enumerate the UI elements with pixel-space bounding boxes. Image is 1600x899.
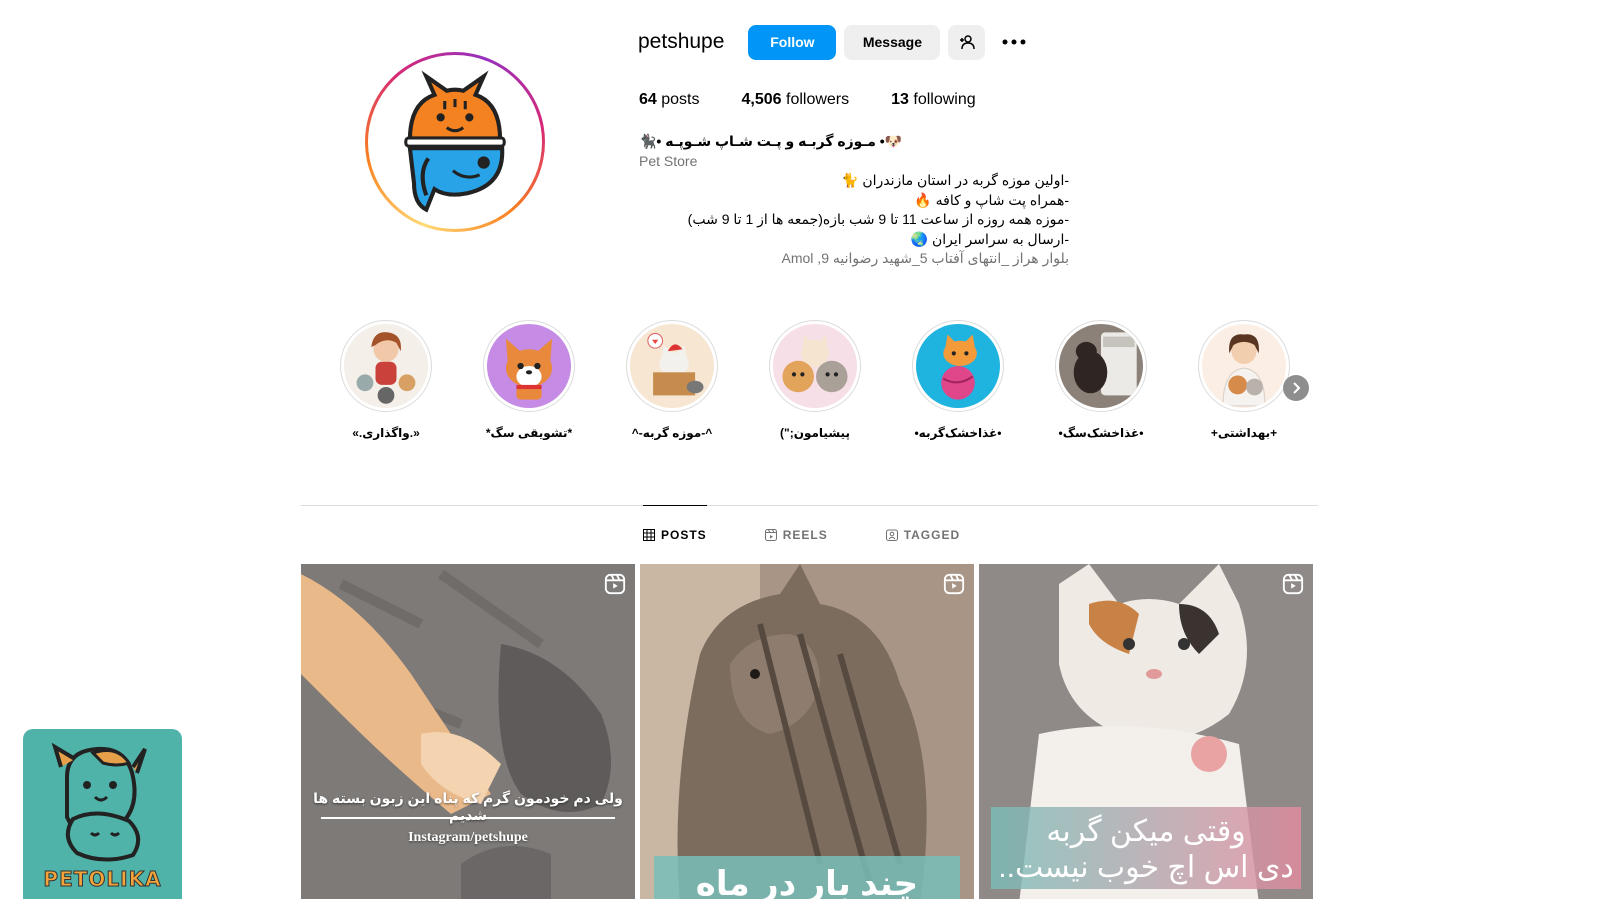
options-button[interactable] [999, 27, 1029, 57]
highlight-item[interactable]: •غذاخشک‌گربه• [912, 320, 1004, 440]
profile-tabs: POSTS REELS TAGGED [643, 505, 1018, 564]
petshupe-logo-icon [375, 62, 535, 222]
post-tile[interactable]: چند بار در ماه [640, 564, 974, 899]
profile-bio: 🐶• مـوزه گربـه و پـت شـاپ شـوپـه •🐈‍⬛ Pe… [639, 132, 1069, 269]
following-stat[interactable]: 13 following [891, 91, 976, 109]
petolika-watermark-logo: PETOLIKA [23, 729, 182, 899]
post-tile[interactable]: وقتی میکن گربه دی اس اچ خوب نیست.. [979, 564, 1313, 899]
girl-with-cats-icon [344, 324, 428, 408]
petolika-logo-icon [51, 742, 147, 862]
story-highlights: «.واگذاری.» *تشویقی سگ* ^-موزه گربه-^ پی… [340, 320, 1341, 440]
highlight-item[interactable]: ^-موزه گربه-^ [626, 320, 718, 440]
posts-stat: 64 posts [639, 91, 700, 108]
highlight-label: •غذاخشک‌گربه• [914, 426, 1002, 440]
highlight-item[interactable]: +بهداشتی+ [1198, 320, 1290, 440]
tabby-cat-photo [640, 564, 974, 899]
highlight-label: *تشویقی سگ* [485, 426, 573, 440]
highlight-label: •غذاخشک‌سگ• [1058, 426, 1144, 440]
bio-line: -ارسال به سراسر ایران 🌏 [910, 230, 1069, 247]
reel-indicator-icon [943, 573, 965, 595]
corgi-icon [487, 324, 571, 408]
more-options-icon [1002, 39, 1026, 45]
add-user-icon [959, 35, 975, 50]
dog-food-bag-icon [1059, 324, 1143, 408]
sleeping-cats-photo [301, 564, 635, 899]
caption-line: دی اس اچ خوب نیست.. [998, 851, 1294, 884]
username[interactable]: petshupe [638, 30, 724, 54]
reel-indicator-icon [604, 573, 626, 595]
posts-grid: ولی دم خودمون گرم که پناه این زبون بسته … [301, 564, 1313, 899]
post-tile[interactable]: ولی دم خودمون گرم که پناه این زبون بسته … [301, 564, 635, 899]
cat-on-ball-icon [916, 324, 1000, 408]
reel-indicator-icon [1282, 573, 1304, 595]
bio-location[interactable]: بلوار هراز _انتهای آفتاب 5_شهید رضوانیه … [639, 249, 1069, 269]
grid-icon [643, 529, 655, 541]
caption-underline [321, 817, 615, 819]
highlight-item[interactable]: «.واگذاری.» [340, 320, 432, 440]
follow-button[interactable]: Follow [748, 24, 837, 60]
bio-category: Pet Store [639, 152, 698, 169]
bio-line: -اولین موزه گربه در استان مازندران 🐈 [841, 172, 1069, 188]
tab-label: POSTS [661, 528, 707, 542]
tab-tagged[interactable]: TAGGED [885, 506, 961, 564]
profile-avatar[interactable] [365, 52, 545, 232]
profile-stats: 64 posts 4,506 followers 13 following [639, 91, 1018, 109]
reels-icon [764, 529, 777, 541]
post-caption: چند بار در ماه [695, 865, 919, 899]
petolika-wordmark: PETOLIKA [43, 867, 162, 892]
tab-label: REELS [782, 528, 828, 542]
tab-reels[interactable]: REELS [764, 506, 828, 564]
highlights-next-button[interactable] [1283, 375, 1309, 401]
highlight-item[interactable]: پیشیامون;") [769, 320, 861, 440]
highlight-label: +بهداشتی+ [1210, 426, 1278, 440]
profile-top-row: petshupe Follow Message [638, 24, 1029, 60]
vet-with-pets-icon [1202, 324, 1286, 408]
tab-label: TAGGED [903, 528, 961, 542]
highlight-label: پیشیامون;") [780, 426, 850, 440]
cat-and-dog-faces-icon [773, 324, 857, 408]
highlight-label: «.واگذاری.» [352, 426, 420, 440]
bio-display-name: 🐶• مـوزه گربـه و پـت شـاپ شـوپـه •🐈‍⬛ [639, 133, 903, 149]
bio-line: -موزه همه روزه از ساعت 11 تا 9 شب بازه(ج… [687, 211, 1069, 227]
suggested-users-button[interactable] [948, 24, 986, 60]
highlight-item[interactable]: *تشویقی سگ* [483, 320, 575, 440]
cat-in-box-icon [630, 324, 714, 408]
tab-posts[interactable]: POSTS [643, 505, 707, 564]
post-caption: وقتی میکن گربه دی اس اچ خوب نیست.. [991, 814, 1301, 886]
highlight-item[interactable]: •غذاخشک‌سگ• [1055, 320, 1147, 440]
message-button[interactable]: Message [844, 24, 941, 60]
caption-line: وقتی میکن گربه [1046, 815, 1246, 848]
bio-line: -همراه پت شاپ و کافه 🔥 [914, 191, 1069, 208]
followers-stat[interactable]: 4,506 followers [742, 91, 850, 109]
post-watermark-handle: Instagram/petshupe [408, 830, 528, 845]
chevron-right-icon [1293, 382, 1301, 394]
tagged-icon [885, 529, 898, 541]
highlight-label: ^-موزه گربه-^ [631, 426, 713, 440]
